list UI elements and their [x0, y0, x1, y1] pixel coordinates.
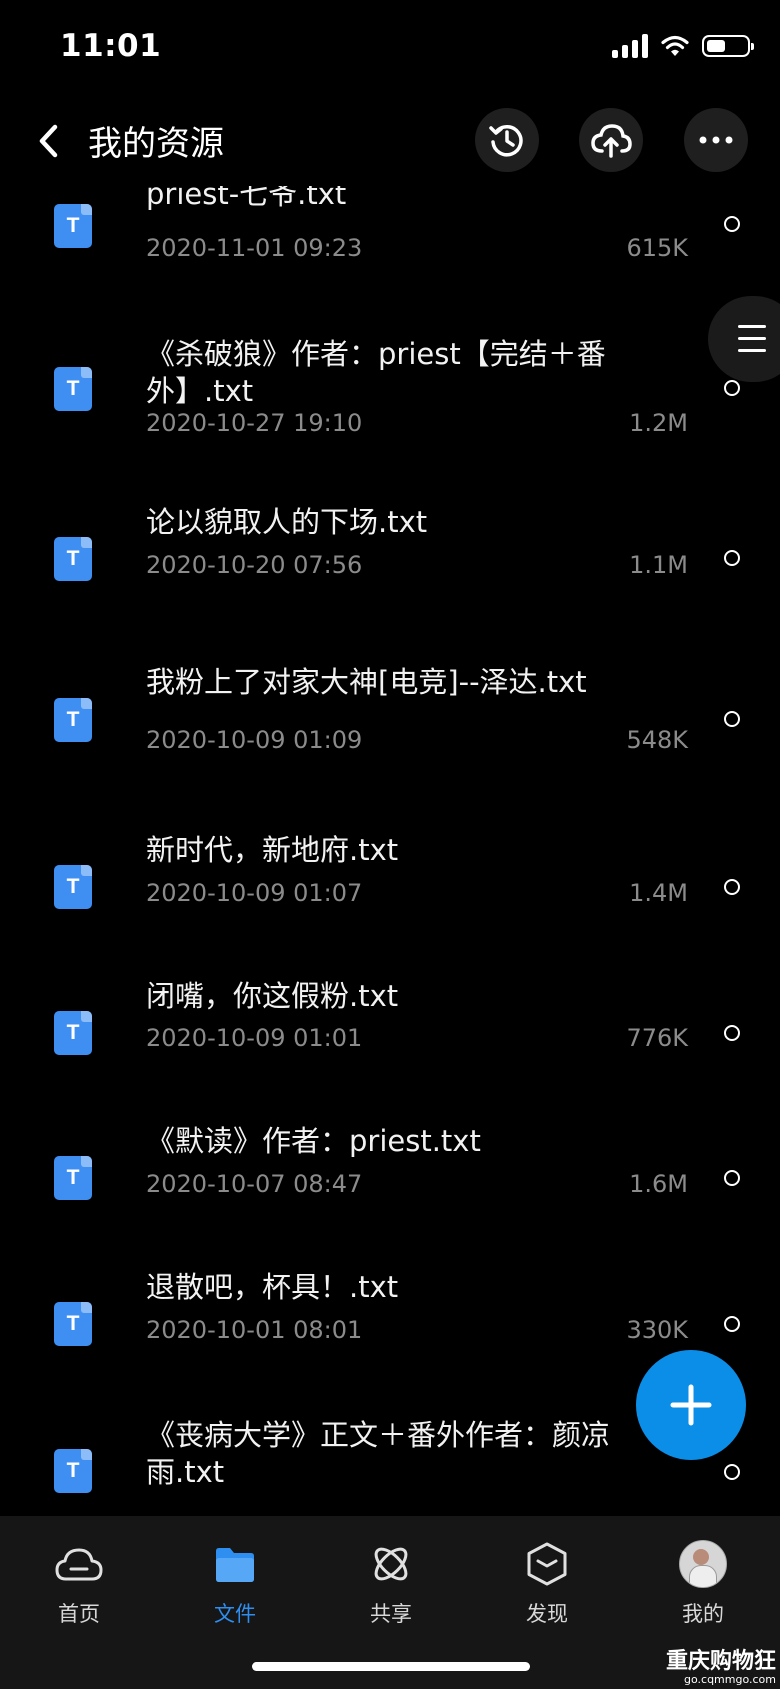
cube-discover-icon: [527, 1542, 567, 1586]
file-list[interactable]: T priest-七爷.txt 2020-11-01 09:23 615K T …: [0, 186, 780, 1516]
tab-label: 发现: [526, 1602, 568, 1626]
txt-file-icon: T: [54, 1302, 92, 1346]
file-size: 1.1M: [629, 551, 688, 579]
select-radio[interactable]: [724, 879, 740, 895]
watermark-text: 重庆购物狂: [665, 1649, 776, 1674]
txt-file-icon: T: [54, 1449, 92, 1493]
file-row[interactable]: T 《杀破狼》作者：priest【完结＋番外】.txt 2020-10-27 1…: [0, 310, 780, 480]
select-radio[interactable]: [724, 1170, 740, 1186]
menu-lines-icon: [738, 325, 766, 361]
file-size: 776K: [626, 1024, 688, 1052]
status-time: 11:01: [60, 28, 162, 64]
file-name: 退散吧，杯具！.txt: [146, 1270, 399, 1304]
file-size: 1.6M: [629, 1170, 688, 1198]
avatar: [679, 1540, 727, 1588]
file-date: 2020-10-07 08:47: [146, 1170, 363, 1198]
add-button[interactable]: [636, 1350, 746, 1460]
more-button[interactable]: [684, 108, 748, 172]
txt-file-icon: T: [54, 865, 92, 909]
tab-discover[interactable]: 发现: [487, 1538, 607, 1628]
file-date: 2020-10-20 07:56: [146, 551, 363, 579]
cloud-upload-button[interactable]: [579, 108, 643, 172]
file-row[interactable]: T 闭嘴，你这假粉.txt 2020-10-09 01:01 776K: [0, 955, 780, 1100]
file-row[interactable]: T 我粉上了对家大神[电竞]--泽达.txt 2020-10-09 01:09 …: [0, 640, 780, 810]
select-radio[interactable]: [724, 550, 740, 566]
file-size: 1.4M: [629, 879, 688, 907]
file-name: 论以貌取人的下场.txt: [146, 505, 428, 539]
file-size: 615K: [626, 234, 688, 262]
file-date: 2020-10-09 01:09: [146, 726, 363, 754]
txt-file-icon: T: [54, 1156, 92, 1200]
select-radio[interactable]: [724, 1316, 740, 1332]
file-size: 1.2M: [629, 409, 688, 437]
wifi-icon: [661, 35, 689, 56]
more-dots-icon: [699, 136, 733, 144]
select-radio[interactable]: [724, 1464, 740, 1480]
page-title: 我的资源: [88, 124, 224, 164]
status-icons: [612, 34, 754, 58]
signal-icon: [612, 34, 648, 58]
select-radio[interactable]: [724, 711, 740, 727]
file-name: 《默读》作者：priest.txt: [146, 1124, 481, 1158]
tab-share[interactable]: 共享: [331, 1538, 451, 1628]
file-size: 330K: [626, 1316, 688, 1344]
txt-file-icon: T: [54, 367, 92, 411]
file-name: 我粉上了对家大神[电竞]--泽达.txt: [146, 665, 587, 699]
file-size: 548K: [626, 726, 688, 754]
file-row[interactable]: T 新时代，新地府.txt 2020-10-09 01:07 1.4M: [0, 810, 780, 955]
file-name: 新时代，新地府.txt: [146, 833, 399, 867]
watermark-url: go.cqmmgo.com: [684, 1673, 776, 1686]
watermark: 重庆购物狂 go.cqmmgo.com: [666, 1650, 776, 1686]
home-indicator: [252, 1662, 530, 1671]
tab-label: 首页: [58, 1602, 100, 1626]
history-button[interactable]: [475, 108, 539, 172]
file-date: 2020-10-27 19:10: [146, 409, 363, 437]
folder-icon: [216, 1548, 254, 1582]
cloud-home-icon: [55, 1548, 103, 1581]
battery-icon: [702, 35, 754, 57]
file-date: 2020-11-01 09:23: [146, 234, 363, 262]
header: 我的资源: [0, 96, 780, 186]
txt-file-icon: T: [54, 537, 92, 581]
tab-home[interactable]: 首页: [19, 1538, 139, 1628]
history-icon: [489, 124, 523, 157]
select-radio[interactable]: [724, 1025, 740, 1041]
txt-file-icon: T: [54, 1011, 92, 1055]
file-row[interactable]: T 论以貌取人的下场.txt 2020-10-20 07:56 1.1M: [0, 480, 780, 640]
chevron-left-icon: [39, 124, 58, 158]
file-name: 《杀破狼》作者：priest【完结＋番外】.txt: [146, 337, 606, 408]
file-name: priest-七爷.txt: [146, 186, 347, 211]
tab-label: 共享: [370, 1602, 412, 1626]
file-date: 2020-10-09 01:01: [146, 1024, 363, 1052]
tab-label: 文件: [214, 1602, 256, 1626]
tab-label: 我的: [682, 1602, 724, 1626]
file-date: 2020-10-09 01:07: [146, 879, 363, 907]
select-radio[interactable]: [724, 380, 740, 396]
cloud-upload-icon: [591, 124, 632, 158]
back-button[interactable]: [28, 118, 68, 164]
file-name: 闭嘴，你这假粉.txt: [146, 979, 399, 1013]
tab-files[interactable]: 文件: [175, 1538, 295, 1628]
file-row[interactable]: T priest-七爷.txt 2020-11-01 09:23 615K: [0, 186, 780, 310]
status-bar: 11:01: [0, 0, 780, 96]
txt-file-icon: T: [54, 204, 92, 248]
file-name: 《丧病大学》正文＋番外作者：颜凉雨.txt: [146, 1418, 611, 1489]
txt-file-icon: T: [54, 698, 92, 742]
file-date: 2020-10-01 08:01: [146, 1316, 363, 1344]
atom-share-icon: [374, 1547, 408, 1581]
select-radio[interactable]: [724, 216, 740, 232]
file-row[interactable]: T 《默读》作者：priest.txt 2020-10-07 08:47 1.6…: [0, 1100, 780, 1246]
tab-me[interactable]: 我的: [643, 1538, 763, 1628]
plus-icon: [670, 1384, 712, 1426]
